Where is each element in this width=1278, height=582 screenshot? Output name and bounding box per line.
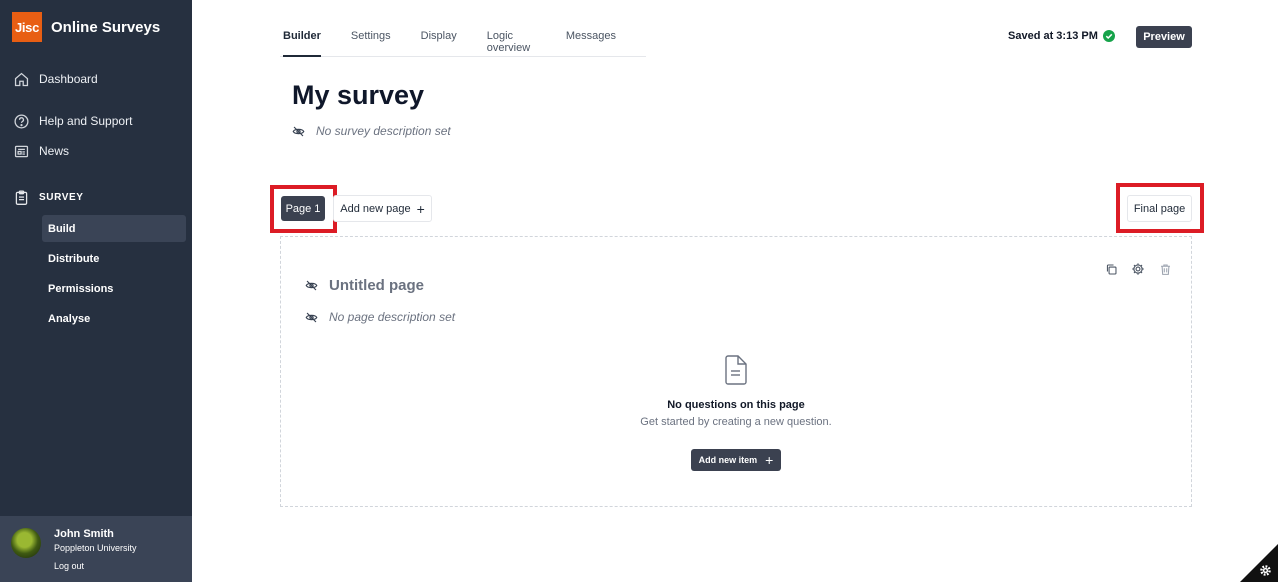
eye-slash-icon xyxy=(305,312,318,322)
page-1-tab[interactable]: Page 1 xyxy=(281,196,325,221)
tab-messages[interactable]: Messages xyxy=(566,26,616,57)
sidebar-item-analyse[interactable]: Analyse xyxy=(42,305,186,332)
tab-logic-overview[interactable]: Logic overview xyxy=(487,26,536,57)
tab-settings[interactable]: Settings xyxy=(351,26,391,57)
page-description-text: No page description set xyxy=(329,310,456,324)
final-page-tab[interactable]: Final page xyxy=(1127,195,1192,222)
sidebar-item-build[interactable]: Build xyxy=(42,215,186,242)
user-panel: John Smith Poppleton University Log out xyxy=(0,516,192,582)
tab-display[interactable]: Display xyxy=(421,26,457,57)
survey-section-title: SURVEY xyxy=(12,188,84,206)
add-new-page-label: Add new page xyxy=(340,202,411,215)
eye-slash-icon xyxy=(292,126,305,136)
add-new-item-label: Add new item xyxy=(698,455,758,465)
news-icon xyxy=(12,142,30,160)
gear-icon[interactable] xyxy=(1259,564,1272,577)
sidebar-item-permissions[interactable]: Permissions xyxy=(42,275,186,302)
section-label: SURVEY xyxy=(39,191,84,203)
home-icon xyxy=(12,70,30,88)
jisc-logo: Jisc xyxy=(12,12,42,42)
nav-label: Dashboard xyxy=(39,72,98,86)
help-icon xyxy=(12,112,30,130)
plus-icon: + xyxy=(416,200,425,217)
add-new-page-button[interactable]: Add new page + xyxy=(333,195,432,222)
tab-builder[interactable]: Builder xyxy=(283,26,321,57)
copy-icon[interactable] xyxy=(1103,261,1119,277)
logout-link[interactable]: Log out xyxy=(54,561,84,571)
check-circle-icon xyxy=(1102,30,1115,42)
document-icon xyxy=(725,355,747,385)
survey-description-text: No survey description set xyxy=(316,124,451,138)
page-description[interactable]: No page description set xyxy=(305,310,455,324)
empty-state: No questions on this page Get started by… xyxy=(281,355,1191,428)
save-status: Saved at 3:13 PM xyxy=(1008,30,1115,42)
add-new-item-button[interactable]: Add new item + xyxy=(691,449,781,471)
nav-label: Help and Support xyxy=(39,114,133,128)
sidebar-item-distribute[interactable]: Distribute xyxy=(42,245,186,272)
nav-label: News xyxy=(39,144,70,158)
plus-icon: + xyxy=(765,452,774,468)
page-tools xyxy=(1092,261,1173,277)
nav-help-support[interactable]: Help and Support xyxy=(12,112,132,130)
page-title[interactable]: Untitled page xyxy=(305,277,424,294)
page-title-text: Untitled page xyxy=(329,277,425,294)
user-organisation: Poppleton University xyxy=(54,543,137,553)
empty-state-title: No questions on this page xyxy=(667,399,805,411)
builder-tabs: Builder Settings Display Logic overview … xyxy=(280,26,646,57)
user-name: John Smith xyxy=(54,528,114,540)
survey-description[interactable]: No survey description set xyxy=(292,124,451,138)
app-name: Online Surveys xyxy=(51,18,161,36)
sidebar: Jisc Online Surveys Dashboard Help and S… xyxy=(0,0,192,582)
gear-icon[interactable] xyxy=(1130,261,1146,277)
empty-state-subtitle: Get started by creating a new question. xyxy=(640,416,832,428)
eye-slash-icon xyxy=(305,280,318,291)
preview-button[interactable]: Preview xyxy=(1136,26,1192,48)
trash-icon[interactable] xyxy=(1157,261,1173,277)
save-status-text: Saved at 3:13 PM xyxy=(1008,30,1098,42)
clipboard-icon xyxy=(12,188,30,206)
brand[interactable]: Jisc Online Surveys xyxy=(12,12,160,42)
page-panel: Untitled page No page description set No… xyxy=(280,236,1192,507)
nav-news[interactable]: News xyxy=(12,142,69,160)
avatar xyxy=(11,528,41,558)
nav-dashboard[interactable]: Dashboard xyxy=(12,70,98,88)
survey-title[interactable]: My survey xyxy=(292,80,424,111)
